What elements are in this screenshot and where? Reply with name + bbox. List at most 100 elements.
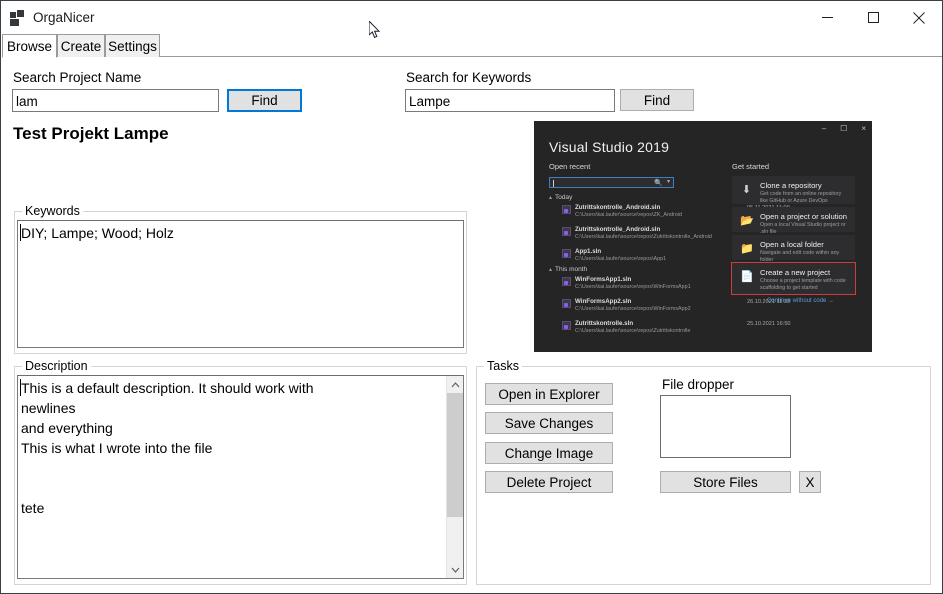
solution-file-icon xyxy=(562,321,571,330)
organicer-window: OrgaNicer Browse Create Settings Search … xyxy=(0,0,943,594)
vs-recent-path: C:\Users\kai.laufer\source\repos\Zutritt… xyxy=(575,328,690,334)
keywords-text: DIY; Lampe; Wood; Holz xyxy=(18,221,463,347)
vs-search-box: 🔍 ▾ xyxy=(549,177,674,188)
clear-files-label: X xyxy=(805,475,814,490)
vs-card-title: Create a new project xyxy=(760,268,830,277)
vs-recent-name: App1.sln xyxy=(575,248,601,255)
search-icon: 🔍 xyxy=(654,179,663,187)
store-files-label: Store Files xyxy=(693,475,758,490)
vs-recent-name: Zutrittskontrolle_Android.sln xyxy=(575,204,660,211)
vs-recent-path: C:\Users\kai.laufer\source\repos\WinForm… xyxy=(575,284,691,290)
vs-window-controls: – ☐ × xyxy=(822,125,866,133)
tab-strip: Browse Create Settings xyxy=(2,34,942,57)
search-keywords-label: Search for Keywords xyxy=(406,70,531,85)
delete-project-button[interactable]: Delete Project xyxy=(485,471,613,493)
close-button[interactable] xyxy=(896,1,942,34)
open-project-icon: 📂 xyxy=(740,215,753,228)
project-preview-image[interactable]: – ☐ × Visual Studio 2019 Open recent Get… xyxy=(534,121,872,352)
description-group: Description This is a default descriptio… xyxy=(14,359,467,585)
app-icon xyxy=(10,10,26,26)
scroll-down-icon[interactable] xyxy=(447,561,464,578)
search-project-input[interactable] xyxy=(12,89,219,112)
clone-repository-icon: ⬇ xyxy=(740,184,753,197)
vs-close-icon: × xyxy=(861,125,866,133)
window-title: OrgaNicer xyxy=(33,11,95,25)
vs-minimize-icon: – xyxy=(822,125,826,133)
change-image-button[interactable]: Change Image xyxy=(485,442,613,464)
tab-create-label: Create xyxy=(61,39,102,54)
open-in-explorer-button[interactable]: Open in Explorer xyxy=(485,383,613,405)
tasks-group-title: Tasks xyxy=(484,359,522,373)
project-title: Test Projekt Lampe xyxy=(13,124,169,144)
find-keywords-button[interactable]: Find xyxy=(620,89,694,111)
description-group-title: Description xyxy=(22,359,91,373)
scrollbar-thumb[interactable] xyxy=(447,393,464,517)
vs-group-today-label: Today xyxy=(549,194,572,201)
find-project-button[interactable]: Find xyxy=(227,89,302,112)
tab-browse[interactable]: Browse xyxy=(2,34,57,58)
new-project-icon: 📄 xyxy=(740,271,753,284)
search-keywords-input[interactable] xyxy=(405,89,615,112)
chevron-down-icon: ▾ xyxy=(665,179,672,186)
save-changes-label: Save Changes xyxy=(505,416,594,431)
delete-project-label: Delete Project xyxy=(507,475,592,490)
vs-card-create-new-project: 📄 Create a new project Choose a project … xyxy=(732,263,855,294)
change-image-label: Change Image xyxy=(505,446,594,461)
vs-continue-without-code: Continue without code → xyxy=(767,298,834,304)
vs-card-clone-repository: ⬇ Clone a repository Get code from an on… xyxy=(732,176,855,204)
vs-card-desc: Navigate and edit code within any folder xyxy=(760,250,849,263)
vs-maximize-icon: ☐ xyxy=(840,125,847,133)
solution-file-icon xyxy=(562,205,571,214)
vs-recent-name: WinFormsApp1.sln xyxy=(575,276,631,283)
vs-recent-name: Zutrittskontrolle_Android.sln xyxy=(575,226,660,233)
tab-settings[interactable]: Settings xyxy=(105,34,160,57)
vs-recent-path: C:\Users\kai.laufer\source\repos\App1 xyxy=(575,256,666,262)
tab-create[interactable]: Create xyxy=(57,34,105,57)
clear-files-button[interactable]: X xyxy=(799,471,821,493)
vs-recent-item: Zutrittskontrolle.sln C:\Users\kai.laufe… xyxy=(562,320,852,336)
solution-file-icon xyxy=(562,299,571,308)
scroll-up-icon[interactable] xyxy=(447,376,464,393)
vs-recent-name: WinFormsApp2.sln xyxy=(575,298,631,305)
vs-card-desc: Choose a project template with code scaf… xyxy=(760,278,849,291)
description-text: This is a default description. It should… xyxy=(18,376,445,578)
vs-card-title: Open a local folder xyxy=(760,240,824,249)
description-scrollbar[interactable] xyxy=(446,376,463,578)
keywords-group-title: Keywords xyxy=(22,204,83,218)
vs-recent-date: 25.10.2021 16:50 xyxy=(747,321,791,327)
minimize-button[interactable] xyxy=(804,1,850,34)
file-dropper-label: File dropper xyxy=(662,377,734,392)
vs-group-month-label: This month xyxy=(549,266,587,273)
vs-heading: Visual Studio 2019 xyxy=(549,139,669,155)
save-changes-button[interactable]: Save Changes xyxy=(485,412,613,434)
keywords-group: Keywords DIY; Lampe; Wood; Holz xyxy=(14,204,467,354)
vs-get-started-label: Get started xyxy=(732,162,769,171)
solution-file-icon xyxy=(562,277,571,286)
tab-browse-label: Browse xyxy=(7,39,52,54)
window-controls xyxy=(804,1,942,34)
vs-card-open-project: 📂 Open a project or solution Open a loca… xyxy=(732,207,855,232)
vs-card-title: Open a project or solution xyxy=(760,212,847,221)
open-in-explorer-label: Open in Explorer xyxy=(498,387,599,402)
find-project-label: Find xyxy=(251,93,277,108)
description-textarea[interactable]: This is a default description. It should… xyxy=(17,375,464,579)
find-keywords-label: Find xyxy=(644,93,670,108)
vs-open-recent-label: Open recent xyxy=(549,162,590,171)
vs-recent-name: Zutrittskontrolle.sln xyxy=(575,320,633,327)
search-project-label: Search Project Name xyxy=(13,70,141,85)
vs-card-desc: Open a local Visual Studio project or .s… xyxy=(760,222,849,235)
title-bar: OrgaNicer xyxy=(1,1,942,34)
vs-card-open-local-folder: 📁 Open a local folder Navigate and edit … xyxy=(732,235,855,260)
vs-card-desc: Get code from an online repository like … xyxy=(760,191,849,204)
tab-settings-label: Settings xyxy=(108,39,157,54)
store-files-button[interactable]: Store Files xyxy=(660,471,791,493)
keywords-textarea[interactable]: DIY; Lampe; Wood; Holz xyxy=(17,220,464,348)
solution-file-icon xyxy=(562,249,571,258)
open-folder-icon: 📁 xyxy=(740,243,753,256)
solution-file-icon xyxy=(562,227,571,236)
vs-card-title: Clone a repository xyxy=(760,181,822,190)
vs-recent-path: C:\Users\kai.laufer\source\repos\ZK_Andr… xyxy=(575,212,682,218)
vs-search-caret xyxy=(553,180,554,187)
file-dropper-area[interactable] xyxy=(660,395,791,458)
maximize-button[interactable] xyxy=(850,1,896,34)
